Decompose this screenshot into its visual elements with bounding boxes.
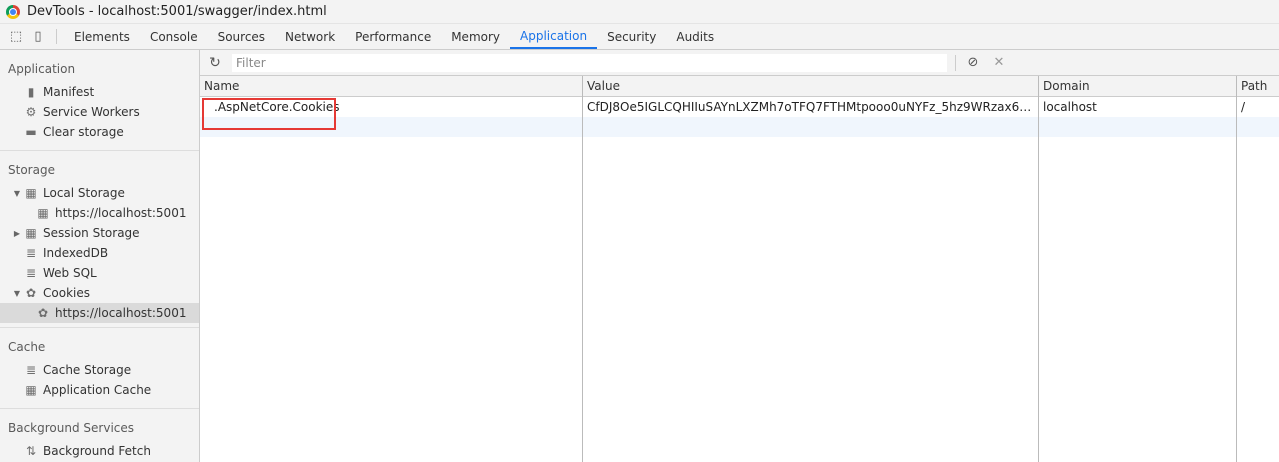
sidebar-item-label: Cookies: [43, 286, 90, 300]
sidebar-item-application-cache[interactable]: ▦ Application Cache: [0, 380, 199, 400]
cookie-domain-cell: localhost: [1043, 100, 1097, 114]
database-icon: ≣: [25, 363, 37, 377]
sidebar-item-label: Local Storage: [43, 186, 125, 200]
sidebar-item-service-workers[interactable]: ⚙ Service Workers: [0, 102, 199, 122]
empty-table-row: [200, 117, 1279, 137]
devtools-tabbar: ⬚ ▯ Elements Console Sources Network Per…: [0, 24, 1279, 50]
filter-input[interactable]: [232, 53, 947, 72]
tab-security[interactable]: Security: [597, 24, 666, 49]
sidebar-item-local-storage-origin[interactable]: ▦ https://localhost:5001: [0, 203, 199, 223]
column-divider[interactable]: [1038, 76, 1039, 462]
tab-network[interactable]: Network: [275, 24, 345, 49]
sidebar-item-background-fetch[interactable]: ⇅ Background Fetch: [0, 441, 199, 461]
sidebar-item-manifest[interactable]: ▮ Manifest: [0, 82, 199, 102]
sync-icon: ⇅: [25, 444, 37, 458]
sidebar-item-label: Session Storage: [43, 226, 140, 240]
sidebar-item-label: Manifest: [43, 85, 95, 99]
window-title: DevTools - localhost:5001/swagger/index.…: [27, 4, 327, 19]
cookie-value-cell: CfDJ8Oe5IGLCQHIIuSAYnLXZMh7oTFQ7FTHMtpoo…: [587, 100, 1035, 114]
clear-all-icon[interactable]: ⊘: [964, 55, 982, 70]
sidebar-section-background-services: Background Services ⇅ Background Fetch: [0, 409, 199, 461]
sidebar-item-session-storage[interactable]: ▶ ▦ Session Storage: [0, 223, 199, 243]
tab-sources[interactable]: Sources: [208, 24, 275, 49]
collapsed-arrow-icon[interactable]: ▶: [12, 229, 22, 238]
toolbar-separator: [955, 54, 956, 71]
grid-icon: ▦: [37, 206, 49, 220]
tab-console[interactable]: Console: [140, 24, 208, 49]
application-sidebar: Application ▮ Manifest ⚙ Service Workers…: [0, 50, 200, 462]
sidebar-item-label: Cache Storage: [43, 363, 132, 377]
tab-memory[interactable]: Memory: [441, 24, 510, 49]
sidebar-item-cache-storage[interactable]: ≣ Cache Storage: [0, 360, 199, 380]
refresh-icon[interactable]: ↻: [204, 55, 226, 71]
expanded-arrow-icon[interactable]: ▼: [12, 289, 22, 298]
sidebar-item-cookies-origin[interactable]: ✿ https://localhost:5001: [0, 303, 199, 323]
sidebar-section-application: Application ▮ Manifest ⚙ Service Workers…: [0, 50, 199, 151]
cookies-toolbar: ↻ ⊘ ✕: [200, 50, 1279, 76]
sidebar-item-label: Application Cache: [43, 383, 152, 397]
sidebar-section-cache: Cache ≣ Cache Storage ▦ Application Cach…: [0, 328, 199, 409]
table-row[interactable]: .AspNetCore.Cookies CfDJ8Oe5IGLCQHIIuSAY…: [200, 97, 1279, 117]
tab-performance[interactable]: Performance: [345, 24, 441, 49]
sidebar-heading: Application: [8, 62, 76, 76]
sidebar-item-indexeddb[interactable]: ≣ IndexedDB: [0, 243, 199, 263]
gear-icon: ⚙: [25, 105, 37, 119]
chrome-logo-icon: [6, 4, 20, 19]
database-icon: ≣: [25, 246, 37, 260]
tab-audits[interactable]: Audits: [666, 24, 724, 49]
grid-icon: ▦: [25, 186, 37, 200]
expanded-arrow-icon[interactable]: ▼: [12, 189, 22, 198]
sidebar-heading: Cache: [8, 340, 46, 354]
sidebar-item-label: Background Fetch: [43, 444, 151, 458]
sidebar-item-label: Service Workers: [43, 105, 140, 119]
database-icon: ≣: [25, 266, 37, 280]
sidebar-item-clear-storage[interactable]: ▬ Clear storage: [0, 122, 199, 142]
column-header-domain[interactable]: Domain: [1043, 79, 1090, 93]
tab-elements[interactable]: Elements: [64, 24, 140, 49]
sidebar-item-label: Web SQL: [43, 266, 97, 280]
cookie-icon: ✿: [25, 286, 37, 300]
device-toolbar-icon[interactable]: ▯: [27, 24, 49, 49]
column-divider[interactable]: [582, 76, 583, 462]
cookie-name-cell: .AspNetCore.Cookies: [214, 100, 340, 114]
sidebar-item-web-sql[interactable]: ≣ Web SQL: [0, 263, 199, 283]
window-titlebar: DevTools - localhost:5001/swagger/index.…: [0, 0, 1279, 24]
grid-icon: ▦: [25, 383, 37, 397]
sidebar-item-local-storage[interactable]: ▼ ▦ Local Storage: [0, 183, 199, 203]
grid-icon: ▦: [25, 226, 37, 240]
inspect-element-icon[interactable]: ⬚: [5, 24, 27, 49]
sidebar-item-label: Clear storage: [43, 125, 124, 139]
delete-selected-icon[interactable]: ✕: [990, 55, 1008, 70]
cookie-icon: ✿: [37, 306, 49, 320]
table-header: Name Value Domain Path: [200, 76, 1279, 97]
column-header-value[interactable]: Value: [587, 79, 620, 93]
sidebar-heading: Background Services: [8, 421, 135, 435]
sidebar-item-cookies[interactable]: ▼ ✿ Cookies: [0, 283, 199, 303]
cookie-path-cell: /: [1241, 100, 1246, 114]
sidebar-item-label: https://localhost:5001: [55, 306, 187, 320]
column-header-name[interactable]: Name: [204, 79, 239, 93]
file-icon: ▮: [27, 85, 35, 99]
sidebar-item-label: IndexedDB: [43, 246, 109, 260]
trash-icon: ▬: [25, 125, 37, 139]
sidebar-section-storage: Storage ▼ ▦ Local Storage ▦ https://loca…: [0, 151, 199, 328]
tab-separator: [56, 29, 57, 44]
column-header-path[interactable]: Path: [1241, 79, 1267, 93]
sidebar-item-label: https://localhost:5001: [55, 206, 187, 220]
cookies-table: Name Value Domain Path .AspNetCore.Cooki…: [200, 76, 1279, 462]
tab-application[interactable]: Application: [510, 24, 598, 49]
column-divider[interactable]: [1236, 76, 1237, 462]
cookies-panel: ↻ ⊘ ✕ Name Value Domain Path .AspNetCore…: [200, 50, 1279, 462]
sidebar-heading: Storage: [8, 163, 55, 177]
